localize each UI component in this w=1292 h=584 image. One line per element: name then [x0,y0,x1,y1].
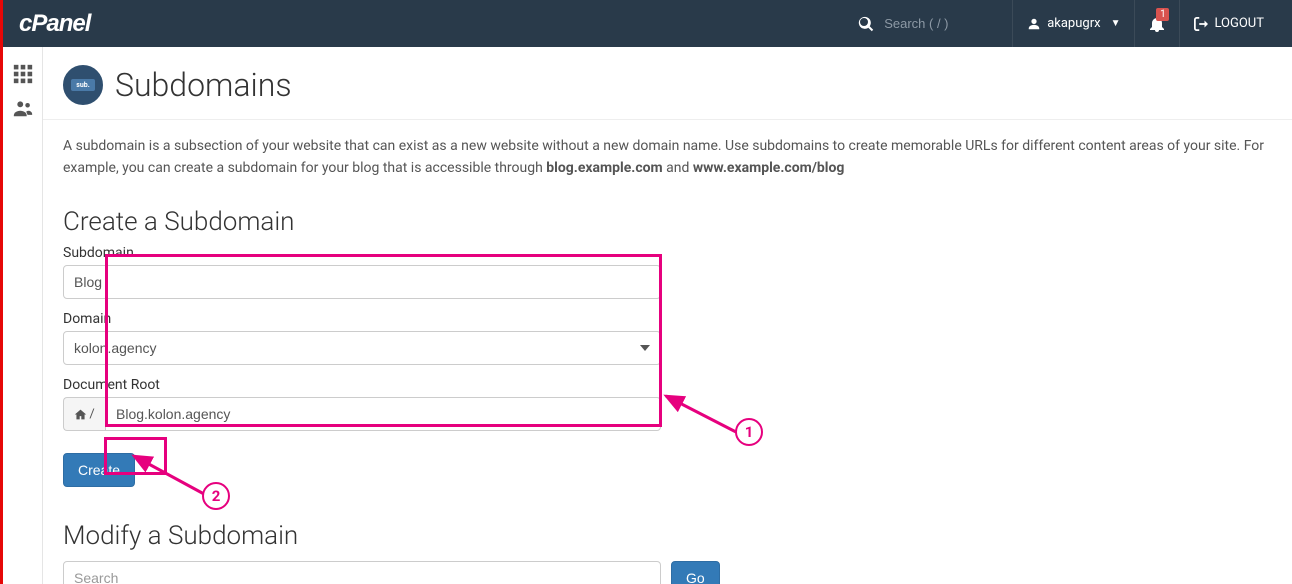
page-title: Subdomains [115,66,292,104]
sidebar-item-apps[interactable] [3,57,43,91]
content-area: sub. Subdomains A subdomain is a subsect… [43,47,1292,584]
search-icon [858,16,874,32]
user-icon [1027,17,1041,31]
create-button[interactable]: Create [63,453,135,487]
docroot-label: Document Root [63,377,661,393]
caret-down-icon: ▼ [1111,18,1121,29]
user-menu[interactable]: akapugrx ▼ [1012,0,1134,47]
create-heading: Create a Subdomain [63,207,1268,237]
page-header: sub. Subdomains [63,65,1268,105]
go-button[interactable]: Go [671,561,720,584]
notification-badge: 1 [1156,8,1169,21]
page-description: A subdomain is a subsection of your webs… [63,136,1268,179]
docroot-prefix: / [63,397,105,431]
topbar: cPanel akapugrx ▼ 1 LOGOUT [0,0,1292,47]
docroot-input[interactable] [105,397,661,431]
username-label: akapugrx [1047,16,1100,31]
home-icon [74,408,87,421]
domain-select[interactable]: kolon.agency [63,331,661,365]
modify-heading: Modify a Subdomain [63,521,1268,551]
annotation-number-2: 2 [202,482,230,510]
notifications-button[interactable]: 1 [1134,0,1179,47]
users-icon [12,97,34,119]
grid-icon [12,63,34,85]
sidebar-item-users[interactable] [3,91,43,125]
subdomain-input[interactable] [63,265,661,299]
divider [43,119,1292,120]
cpanel-logo: cPanel [19,10,90,38]
logout-button[interactable]: LOGOUT [1179,0,1278,47]
logout-label: LOGOUT [1214,16,1264,31]
subdomains-icon: sub. [63,65,103,105]
domain-label: Domain [63,311,661,327]
logout-icon [1194,17,1208,31]
subdomain-label: Subdomain [63,245,661,261]
search-input[interactable] [884,16,994,31]
topbar-search[interactable] [858,16,994,32]
modify-search-input[interactable] [63,561,661,584]
sidebar [3,47,43,584]
annotation-number-1: 1 [735,418,763,446]
